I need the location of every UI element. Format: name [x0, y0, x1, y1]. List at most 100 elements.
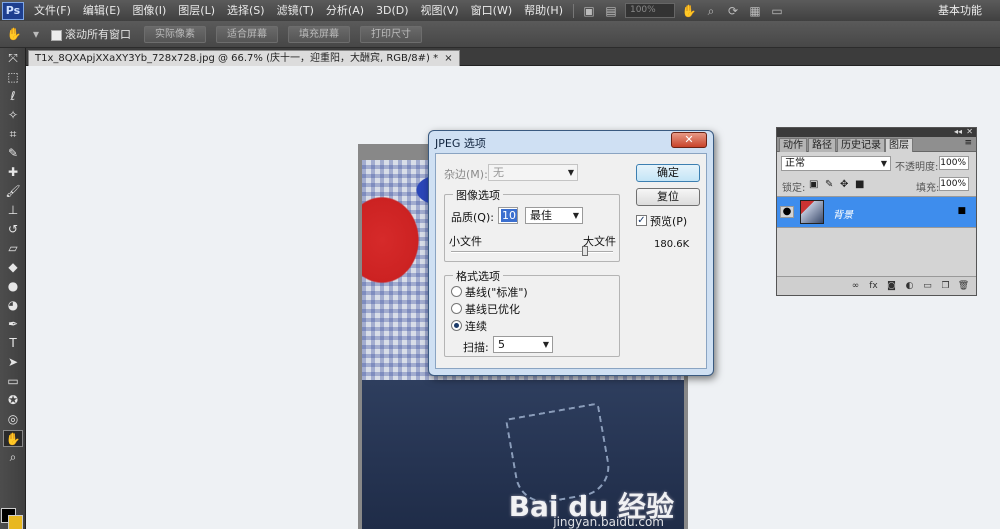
document-tab[interactable]: T1x_8QXApjXXaXY3Yb_728x728.jpg @ 66.7% (…	[28, 50, 460, 66]
3d-rotate-tool-icon[interactable]: ✪	[3, 392, 23, 409]
baseline-standard-radio[interactable]	[451, 286, 462, 297]
menu-select[interactable]: 选择(S)	[221, 0, 271, 21]
layer-style-icon[interactable]: fx	[867, 280, 880, 292]
tab-layers[interactable]: 图层	[885, 138, 913, 152]
arrange-documents-icon[interactable]: ▦	[747, 4, 763, 18]
pen-tool-icon[interactable]: ✒	[3, 316, 23, 333]
delete-layer-icon[interactable]: 🗑	[957, 280, 970, 292]
eyedropper-tool-icon[interactable]: ✎	[3, 145, 23, 162]
menu-window[interactable]: 窗口(W)	[465, 0, 518, 21]
ok-button[interactable]: 确定	[636, 164, 700, 182]
history-brush-tool-icon[interactable]: ↺	[3, 221, 23, 238]
zoom-tool-icon[interactable]: ⌕	[3, 449, 23, 466]
panel-header[interactable]: ◂◂ ✕	[777, 127, 976, 137]
type-tool-icon[interactable]: T	[3, 335, 23, 352]
lasso-tool-icon[interactable]: ℓ	[3, 88, 23, 105]
dialog-close-button[interactable]: ✕	[671, 132, 707, 148]
lock-position-icon[interactable]: ✥	[840, 179, 848, 190]
3d-orbit-tool-icon[interactable]: ◎	[3, 411, 23, 428]
fill-screen-button[interactable]: 填充屏幕	[288, 25, 350, 43]
eraser-tool-icon[interactable]: ▱	[3, 240, 23, 257]
preview-checkbox[interactable]: ✓	[636, 215, 647, 226]
baseline-standard-label[interactable]: 基线("标准")	[465, 284, 528, 300]
jpeg-options-dialog: JPEG 选项 ✕ 杂边(M): 无 ▼ 图像选项 品质(Q): 10 最佳 ▼ 小…	[428, 130, 714, 376]
opacity-field[interactable]: 100%	[939, 156, 969, 170]
quality-slider-track[interactable]	[451, 251, 613, 253]
progressive-radio[interactable]	[451, 320, 462, 331]
zoom-tool-icon[interactable]: ⌕	[703, 4, 719, 18]
zoom-level-field[interactable]: 100%	[624, 3, 675, 18]
tab-history[interactable]: 历史记录	[837, 138, 885, 152]
path-selection-tool-icon[interactable]: ➤	[3, 354, 23, 371]
shape-tool-icon[interactable]: ▭	[3, 373, 23, 390]
hand-tool-preset-icon[interactable]: ✋	[6, 27, 22, 41]
paint-bucket-tool-icon[interactable]: ◆	[3, 259, 23, 276]
menu-analysis[interactable]: 分析(A)	[320, 0, 370, 21]
crop-tool-icon[interactable]: ⌗	[3, 126, 23, 143]
menu-view[interactable]: 视图(V)	[415, 0, 465, 21]
chevron-down-icon[interactable]: ▾	[28, 27, 44, 41]
rotate-view-icon[interactable]: ⟳	[725, 4, 741, 18]
menu-layer[interactable]: 图层(L)	[172, 0, 221, 21]
layer-row-background[interactable]: ● 背景 ■	[777, 196, 976, 228]
progressive-label[interactable]: 连续	[465, 318, 487, 334]
marquee-tool-icon[interactable]: ⬚	[3, 69, 23, 86]
quality-slider-thumb[interactable]	[582, 246, 589, 256]
menu-3d[interactable]: 3D(D)	[370, 0, 415, 21]
layer-mask-icon[interactable]: ◙	[885, 280, 898, 292]
menu-file[interactable]: 文件(F)	[28, 0, 77, 21]
move-tool-icon[interactable]: ⤧	[3, 50, 23, 67]
preview-label[interactable]: 预览(P)	[650, 213, 687, 229]
menu-edit[interactable]: 编辑(E)	[77, 0, 127, 21]
blur-tool-icon[interactable]: ●	[3, 278, 23, 295]
menu-image[interactable]: 图像(I)	[126, 0, 172, 21]
quality-input[interactable]: 10	[498, 207, 518, 224]
screen-mode-icon[interactable]: ▤	[603, 4, 619, 18]
print-size-button[interactable]: 打印尺寸	[360, 25, 422, 43]
file-size-readout: 180.6K	[654, 239, 690, 250]
dodge-tool-icon[interactable]: ◕	[3, 297, 23, 314]
menu-help[interactable]: 帮助(H)	[518, 0, 569, 21]
baseline-optimized-label[interactable]: 基线已优化	[465, 301, 520, 317]
eye-icon[interactable]: ●	[780, 206, 794, 218]
reset-button[interactable]: 复位	[636, 188, 700, 206]
small-file-label: 小文件	[449, 235, 482, 248]
hand-tool-icon-active[interactable]: ✋	[3, 430, 23, 447]
close-panel-icon[interactable]: ✕	[966, 127, 973, 136]
healing-brush-tool-icon[interactable]: ✚	[3, 164, 23, 181]
lock-transparent-icon[interactable]: ▣	[809, 179, 818, 190]
baseline-optimized-radio[interactable]	[451, 303, 462, 314]
hand-tool-icon[interactable]: ✋	[681, 4, 697, 18]
quality-label: 品质(Q):	[451, 211, 494, 224]
scroll-all-option[interactable]: 滚动所有窗口	[51, 26, 131, 42]
actual-pixels-button[interactable]: 实际像素	[144, 25, 206, 43]
tab-paths[interactable]: 路径	[808, 138, 836, 152]
menu-separator	[572, 3, 574, 18]
fit-screen-button[interactable]: 适合屏幕	[216, 25, 278, 43]
lock-all-icon[interactable]: ■	[855, 179, 864, 190]
document-tab-close-icon[interactable]: ×	[444, 53, 452, 64]
lock-icon: ■	[957, 206, 966, 216]
magic-wand-tool-icon[interactable]: ✧	[3, 107, 23, 124]
link-layers-icon[interactable]: ∞	[849, 280, 862, 292]
background-color-swatch[interactable]	[8, 515, 23, 529]
brush-tool-icon[interactable]: 🖌	[3, 183, 23, 200]
new-group-icon[interactable]: ▭	[921, 280, 934, 292]
quality-preset-select[interactable]: 最佳 ▼	[525, 207, 583, 224]
screen-mode-toggle-icon[interactable]: ▭	[769, 4, 785, 18]
collapse-panel-icon[interactable]: ◂◂	[954, 127, 962, 136]
scans-select[interactable]: 5 ▼	[493, 336, 553, 353]
blend-mode-select[interactable]: 正常 ▼	[781, 156, 891, 171]
menu-filter[interactable]: 滤镜(T)	[271, 0, 320, 21]
tab-actions[interactable]: 动作	[779, 138, 807, 152]
panel-menu-icon[interactable]: ≡	[964, 138, 972, 148]
workspace-switcher[interactable]: 基本功能	[938, 0, 982, 21]
lock-image-icon[interactable]: ✎	[825, 179, 833, 190]
new-layer-icon[interactable]: ❐	[939, 280, 952, 292]
adjustment-layer-icon[interactable]: ◐	[903, 280, 916, 292]
fill-field[interactable]: 100%	[939, 177, 969, 191]
layer-name[interactable]: 背景	[833, 206, 853, 221]
clone-stamp-tool-icon[interactable]: ⊥	[3, 202, 23, 219]
bridge-icon[interactable]: ▣	[581, 4, 597, 18]
scroll-all-checkbox[interactable]	[51, 29, 62, 41]
